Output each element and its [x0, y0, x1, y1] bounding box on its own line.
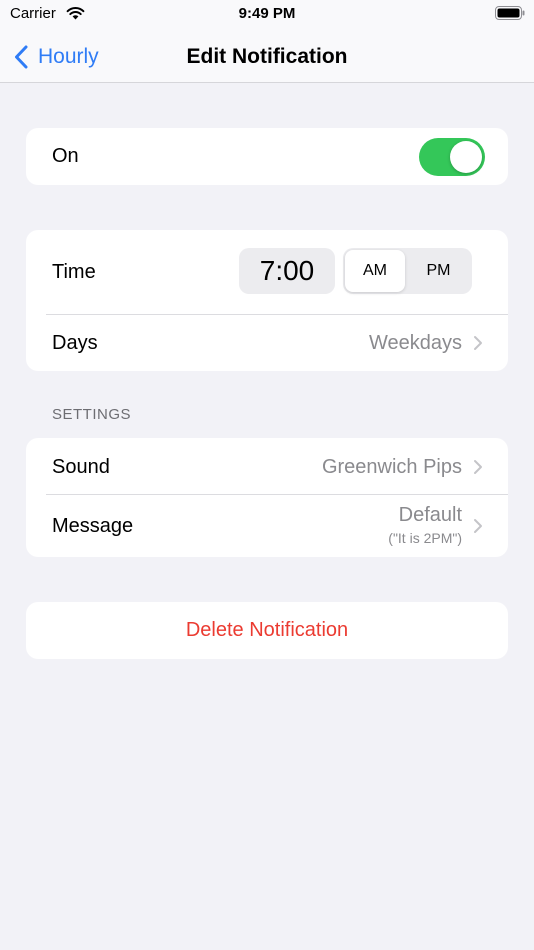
toggle-knob [450, 141, 482, 173]
delete-card: Delete Notification [26, 602, 508, 659]
days-row[interactable]: Days Weekdays [26, 315, 508, 371]
sound-row[interactable]: Sound Greenwich Pips [26, 438, 508, 494]
delete-notification-button[interactable]: Delete Notification [26, 602, 508, 658]
days-value: Weekdays [368, 332, 462, 354]
chevron-right-icon [474, 336, 482, 350]
am-pm-segmented-control: AM PM [343, 248, 472, 294]
message-row[interactable]: Message Default ("It is 2PM") [26, 495, 508, 557]
on-label: On [52, 145, 79, 167]
chevron-right-icon [474, 460, 482, 474]
message-value: Default [398, 504, 462, 526]
settings-header: SETTINGS [52, 406, 132, 423]
navigation-bar: Hourly Edit Notification [0, 30, 534, 83]
on-card: On [26, 128, 508, 185]
message-subvalue: ("It is 2PM") [388, 530, 462, 546]
time-label: Time [52, 261, 96, 283]
sound-label: Sound [52, 456, 110, 478]
on-toggle[interactable] [419, 138, 485, 176]
battery-icon [495, 6, 525, 20]
status-bar: Carrier 9:49 PM [0, 0, 534, 30]
time-picker[interactable]: 7:00 [239, 248, 335, 294]
chevron-right-icon [474, 519, 482, 533]
status-time: 9:49 PM [238, 5, 296, 22]
sound-value: Greenwich Pips [321, 456, 462, 478]
schedule-card: Time 7:00 AM PM Days Weekdays [26, 230, 508, 371]
time-row: Time 7:00 AM PM [26, 230, 508, 314]
page-title: Edit Notification [186, 45, 348, 68]
days-label: Days [52, 332, 98, 354]
message-label: Message [52, 515, 134, 537]
settings-card: Sound Greenwich Pips Message Default ("I… [26, 438, 508, 557]
am-segment[interactable]: AM [345, 250, 405, 292]
pm-segment[interactable]: PM [407, 250, 470, 292]
edit-notification-screen: Carrier 9:49 PM Hourly Edit Notification… [0, 0, 534, 950]
